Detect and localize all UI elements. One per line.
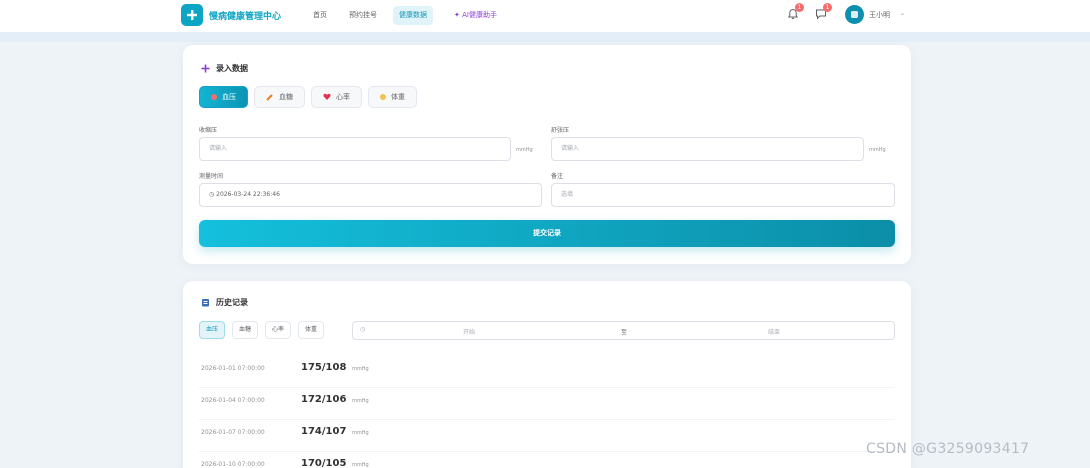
record-unit: mmHg	[352, 366, 369, 372]
note-label: 备注	[551, 173, 564, 180]
top-navbar: 慢病健康管理中心 首页 预约挂号 健康数据 ✦ AI健康助手 1 1 王小明 ⌄	[0, 0, 1090, 32]
record-time: 2026-01-07 07:00:00	[201, 429, 265, 436]
record-value: 174/107	[301, 426, 347, 437]
type-tab-label: 心率	[336, 93, 350, 101]
history-card-title: 历史记录	[201, 297, 248, 308]
note-input[interactable]: 选填	[551, 183, 895, 207]
entry-title-text: 录入数据	[216, 64, 248, 73]
history-list: 2026-01-01 07:00:00 175/108 mmHg 2026-01…	[199, 356, 895, 468]
nav-ai-label: AI健康助手	[462, 11, 497, 19]
nav-appointment[interactable]: 预约挂号	[343, 6, 383, 25]
list-item[interactable]: 2026-01-10 07:00:00 170/105 mmHg	[199, 452, 895, 468]
drop-icon	[211, 94, 217, 100]
submit-record-button[interactable]: 提交记录	[199, 220, 895, 247]
measure-time-picker[interactable]: ◷ 2026-03-24 22:36:46	[199, 183, 542, 207]
filter-tab-blood-sugar[interactable]: 血糖	[232, 321, 259, 339]
list-item[interactable]: 2026-01-01 07:00:00 175/108 mmHg	[199, 356, 895, 388]
record-value: 172/106	[301, 394, 347, 405]
range-start[interactable]: 开始	[463, 327, 475, 336]
app-title[interactable]: 慢病健康管理中心	[209, 9, 281, 22]
measure-time-label: 测量时间	[199, 173, 224, 180]
logo-plus-icon[interactable]	[181, 4, 203, 26]
range-separator: 至	[621, 329, 628, 336]
systolic-label: 收缩压	[199, 127, 218, 134]
type-tab-label: 体重	[391, 93, 405, 101]
type-tab-label: 血压	[222, 93, 236, 101]
type-tab-blood-pressure[interactable]: 血压	[199, 86, 248, 108]
record-value: 170/105	[301, 458, 347, 468]
record-unit: mmHg	[352, 430, 369, 436]
history-title-text: 历史记录	[216, 298, 248, 307]
type-tab-weight[interactable]: 体重	[368, 86, 417, 108]
list-item[interactable]: 2026-01-04 07:00:00 172/106 mmHg	[199, 388, 895, 420]
data-type-tabs: 血压 血糖 心率 体重	[199, 86, 417, 108]
user-icon	[851, 11, 858, 18]
diastolic-label: 舒张压	[551, 127, 570, 134]
record-value: 175/108	[301, 362, 347, 373]
heart-icon	[323, 93, 331, 100]
date-range-picker[interactable]: ◷ 开始 至 结束	[352, 321, 895, 340]
systolic-input[interactable]: 请输入	[199, 137, 511, 161]
nav-ai-assistant[interactable]: ✦ AI健康助手	[448, 6, 503, 25]
sparkle-icon: ✦	[454, 11, 460, 19]
message-badge: 1	[823, 3, 832, 12]
type-tab-label: 血糖	[279, 93, 293, 101]
history-card: 历史记录 血压 血糖 心率 体重 ◷ 开始 至 结束 2026-01-01 07…	[183, 281, 911, 468]
plus-glyph	[187, 10, 197, 20]
systolic-unit: mmHg	[516, 147, 533, 153]
watermark-text: CSDN @G3259093417	[866, 441, 1030, 457]
username[interactable]: 王小明	[869, 10, 890, 20]
record-unit: mmHg	[352, 398, 369, 404]
plus-icon	[201, 64, 210, 73]
nav-home[interactable]: 首页	[307, 6, 333, 25]
nav-health-data[interactable]: 健康数据	[393, 6, 433, 25]
filter-tab-weight[interactable]: 体重	[298, 321, 325, 339]
history-filter-tabs: 血压 血糖 心率 体重	[199, 321, 325, 339]
clipboard-icon	[202, 299, 209, 307]
record-time: 2026-01-10 07:00:00	[201, 461, 265, 468]
diastolic-unit: mmHg	[869, 147, 886, 153]
measure-time-value: 2026-03-24 22:36:46	[216, 191, 280, 198]
calendar-icon: ◷	[360, 326, 366, 333]
entry-card-title: 录入数据	[201, 63, 248, 74]
filter-tab-blood-pressure[interactable]: 血压	[199, 321, 226, 339]
record-time: 2026-01-01 07:00:00	[201, 365, 265, 372]
data-entry-card: 录入数据 血压 血糖 心率 体重 收缩压 请输入 mmHg 舒张压 请输入 mm…	[183, 45, 911, 264]
notification-badge: 1	[795, 3, 804, 12]
avatar[interactable]	[845, 5, 864, 24]
filter-tab-heart-rate[interactable]: 心率	[265, 321, 292, 339]
record-time: 2026-01-04 07:00:00	[201, 397, 265, 404]
header-band	[0, 32, 1090, 42]
record-unit: mmHg	[352, 462, 369, 468]
syringe-icon	[266, 94, 273, 101]
type-tab-heart-rate[interactable]: 心率	[311, 86, 362, 108]
type-tab-blood-sugar[interactable]: 血糖	[254, 86, 305, 108]
diastolic-input[interactable]: 请输入	[551, 137, 864, 161]
list-item[interactable]: 2026-01-07 07:00:00 174/107 mmHg	[199, 420, 895, 452]
chevron-down-icon[interactable]: ⌄	[900, 10, 905, 17]
range-end[interactable]: 结束	[768, 327, 780, 336]
scale-icon	[380, 94, 386, 100]
